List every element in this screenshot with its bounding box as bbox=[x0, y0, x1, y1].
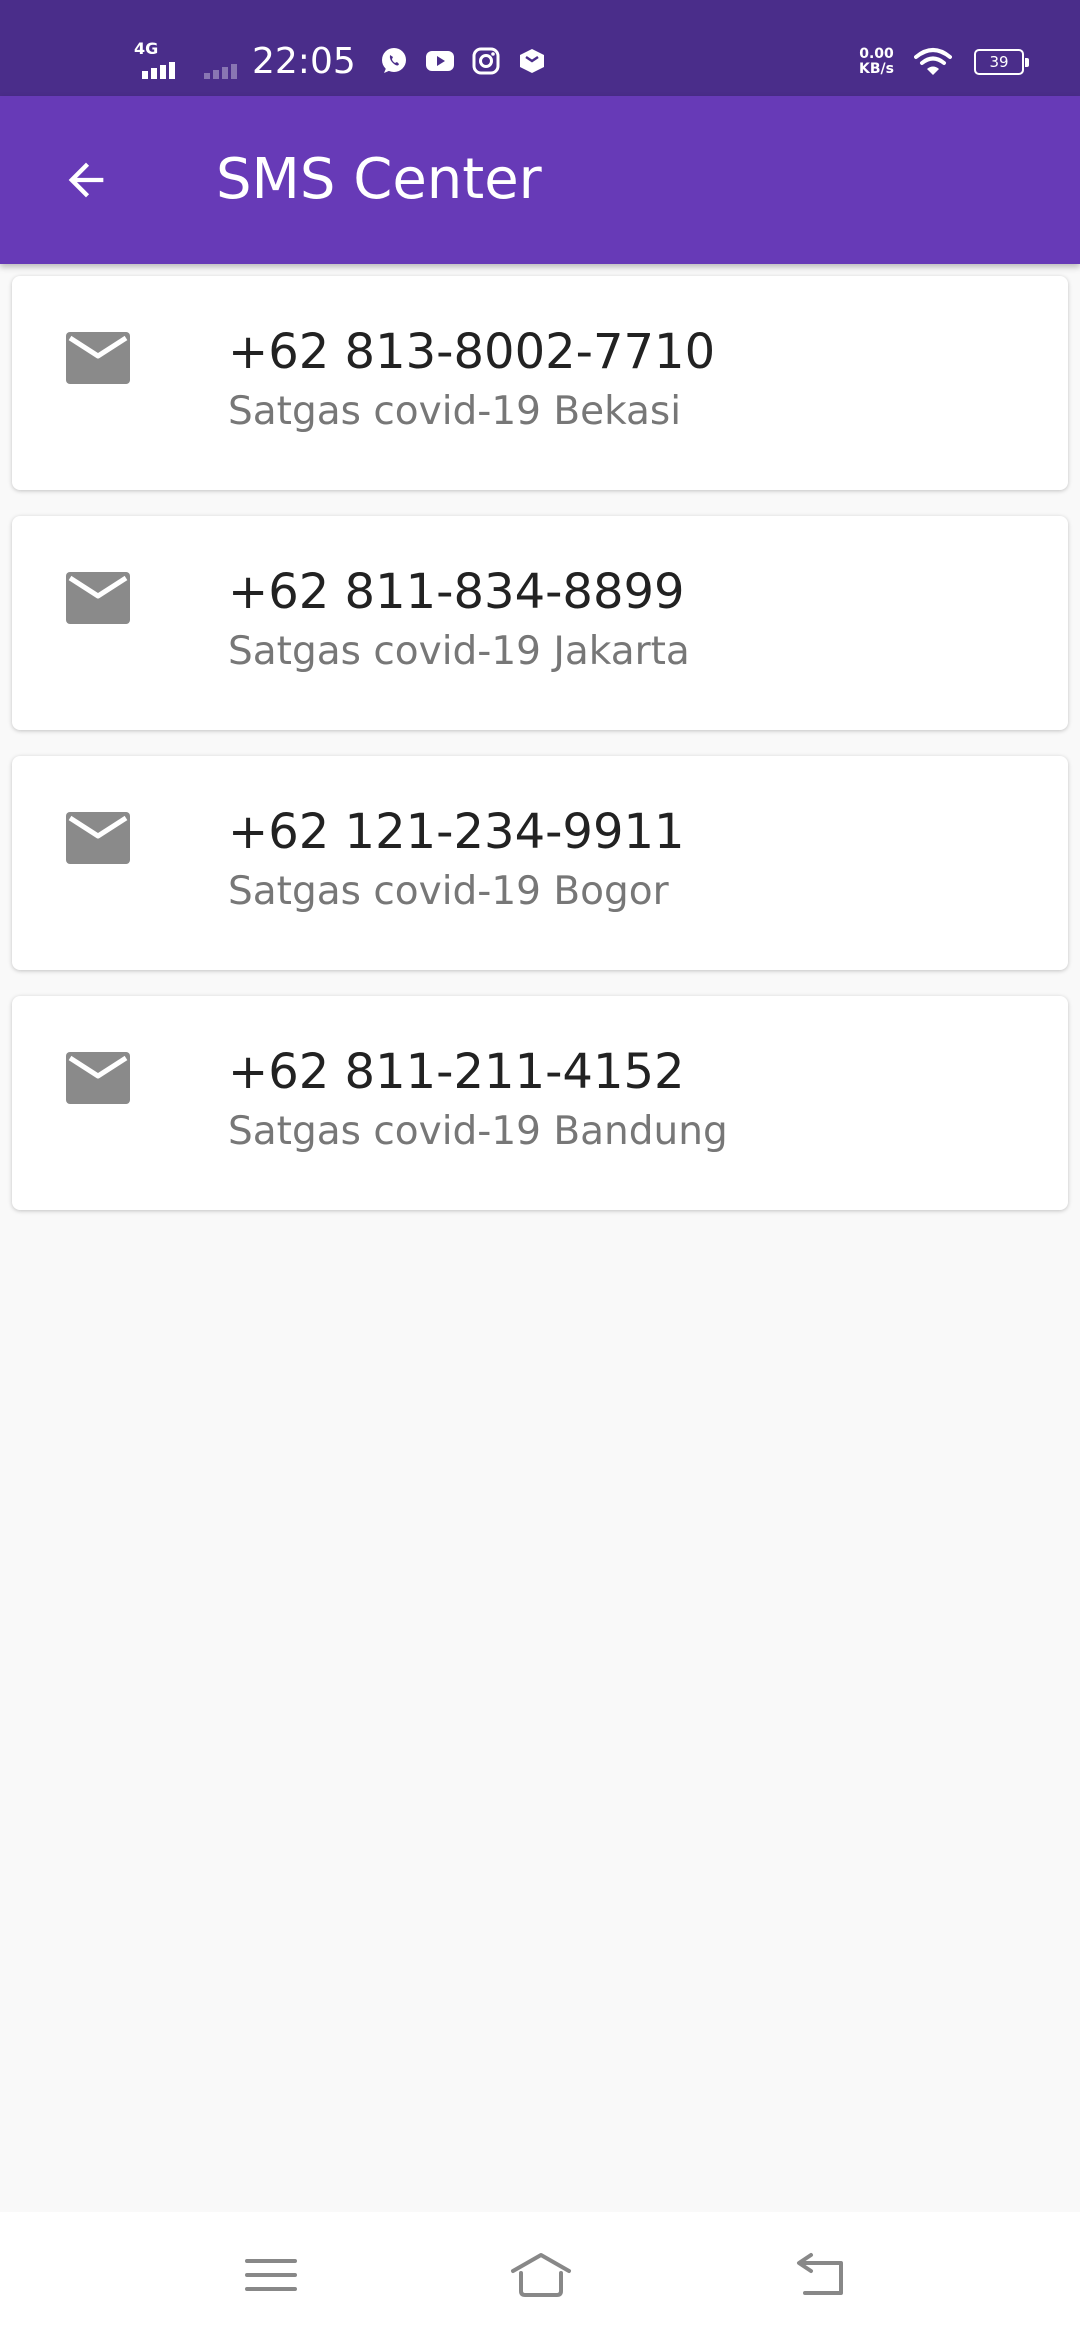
app-bar: SMS Center bbox=[0, 96, 1080, 264]
contact-phone: +62 813-8002-7710 bbox=[228, 324, 716, 380]
cellular-signal-2-icon bbox=[202, 41, 240, 81]
contact-card-jakarta[interactable]: +62 811-834-8899 Satgas covid-19 Jakarta bbox=[12, 516, 1068, 730]
contact-phone: +62 811-211-4152 bbox=[228, 1044, 685, 1100]
network-speed-unit: KB/s bbox=[859, 61, 894, 77]
contact-label: Satgas covid-19 Bogor bbox=[228, 869, 669, 914]
back-button[interactable] bbox=[48, 142, 124, 218]
contact-card-bandung[interactable]: +62 811-211-4152 Satgas covid-19 Bandung bbox=[12, 996, 1068, 1210]
contact-phone: +62 121-234-9911 bbox=[228, 804, 685, 860]
contact-card-bekasi[interactable]: +62 813-8002-7710 Satgas covid-19 Bekasi bbox=[12, 276, 1068, 490]
page-title: SMS Center bbox=[216, 147, 542, 212]
mail-icon bbox=[66, 332, 130, 384]
contact-label: Satgas covid-19 Bandung bbox=[228, 1109, 728, 1154]
mail-icon bbox=[66, 1052, 130, 1104]
back-nav-button[interactable] bbox=[776, 2240, 866, 2310]
network-type-label: 4G bbox=[134, 39, 159, 58]
status-right: 0.00 KB/s 39 bbox=[859, 40, 1029, 84]
contact-label: Satgas covid-19 Bekasi bbox=[228, 389, 682, 434]
cellular-signal-icon: 4G bbox=[134, 41, 186, 81]
system-nav-bar bbox=[0, 2212, 1080, 2340]
network-speed: 0.00 KB/s bbox=[859, 47, 894, 77]
status-left: 4G 22:05 bbox=[134, 36, 562, 86]
lazada-icon bbox=[516, 45, 548, 77]
contact-label: Satgas covid-19 Jakarta bbox=[228, 629, 690, 674]
status-time: 22:05 bbox=[252, 40, 356, 82]
whatsapp-icon bbox=[378, 45, 410, 77]
youtube-icon bbox=[424, 45, 456, 77]
wifi-icon bbox=[914, 48, 952, 75]
back-nav-icon bbox=[797, 2253, 843, 2295]
battery-icon: 39 bbox=[974, 49, 1029, 75]
home-button[interactable] bbox=[496, 2240, 586, 2310]
network-speed-value: 0.00 bbox=[859, 46, 894, 62]
home-icon bbox=[511, 2253, 571, 2297]
mail-icon bbox=[66, 812, 130, 864]
mail-icon bbox=[66, 572, 130, 624]
sms-contact-list: +62 813-8002-7710 Satgas covid-19 Bekasi… bbox=[12, 276, 1068, 1236]
menu-icon bbox=[245, 2259, 297, 2291]
status-bar: 4G 22:05 0.00 KB/s 39 bbox=[0, 0, 1080, 96]
contact-phone: +62 811-834-8899 bbox=[228, 564, 685, 620]
arrow-back-icon bbox=[68, 162, 104, 198]
instagram-icon bbox=[470, 45, 502, 77]
recents-button[interactable] bbox=[226, 2240, 316, 2310]
contact-card-bogor[interactable]: +62 121-234-9911 Satgas covid-19 Bogor bbox=[12, 756, 1068, 970]
battery-level: 39 bbox=[989, 53, 1009, 71]
